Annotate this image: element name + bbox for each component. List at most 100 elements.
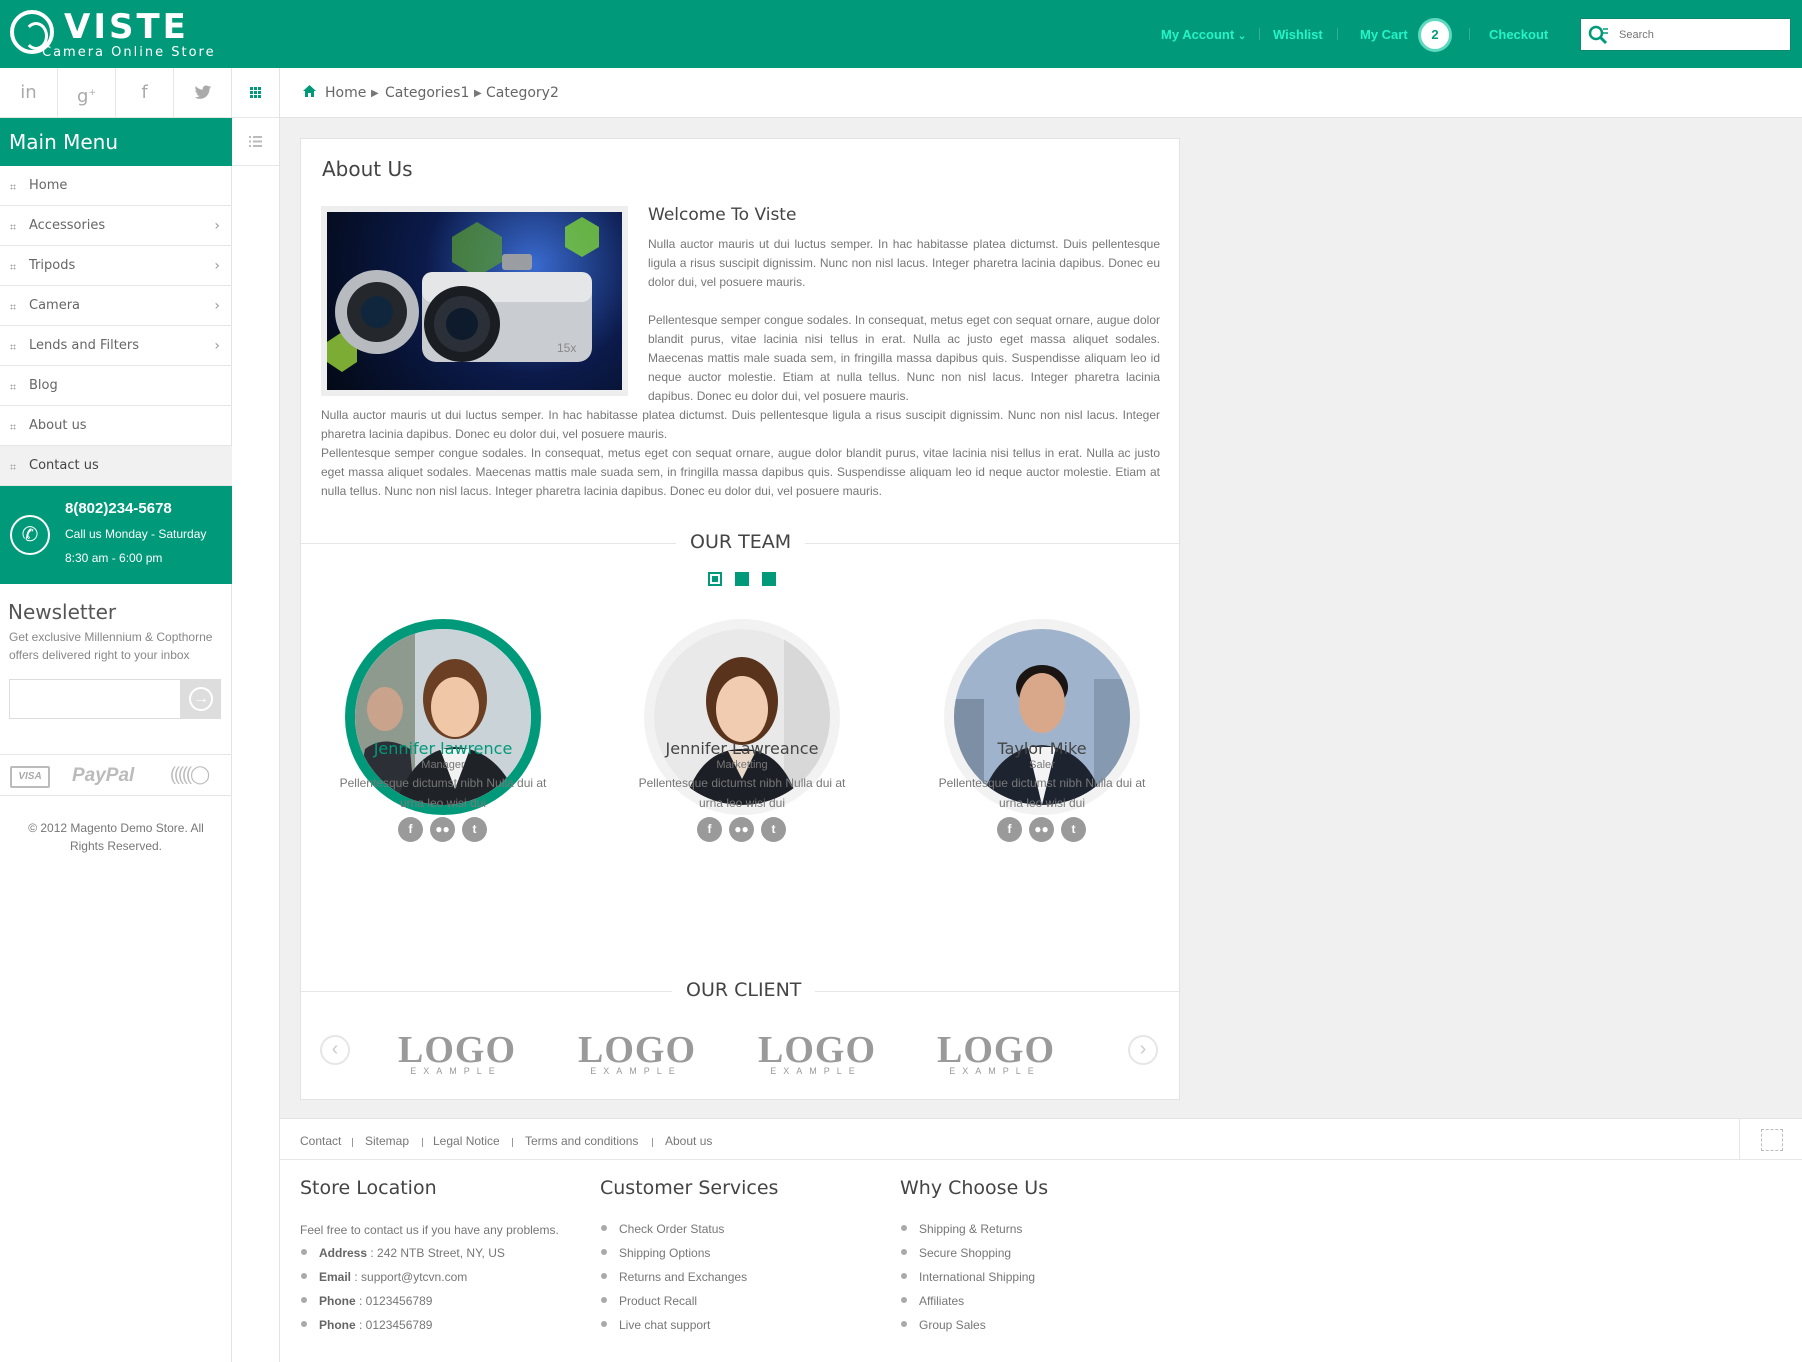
contactless-icon: (((((◯ <box>170 764 210 784</box>
facebook-icon[interactable]: f <box>116 68 174 118</box>
menu-item-contact[interactable]: Contact us <box>0 446 232 486</box>
store-email[interactable]: Email : support@ytcvn.com <box>319 1270 467 1284</box>
bullet-icon <box>601 1321 607 1327</box>
menu-item-blog[interactable]: Blog <box>0 366 232 406</box>
call-phone-number[interactable]: 8(802)234-5678 <box>65 500 172 517</box>
footer-link-divider <box>352 1138 353 1147</box>
menu-item-camera[interactable]: Camera › <box>0 286 232 326</box>
why-link[interactable]: Affiliates <box>919 1294 964 1308</box>
list-view-button[interactable] <box>232 118 279 166</box>
twitter-icon[interactable]: t <box>462 817 487 842</box>
footer-link-sitemap[interactable]: Sitemap <box>365 1134 409 1148</box>
flickr-icon[interactable]: ●● <box>1029 817 1054 842</box>
menu-item-about[interactable]: About us <box>0 406 232 446</box>
service-link[interactable]: Live chat support <box>619 1318 710 1332</box>
client-next-button[interactable]: › <box>1128 1035 1158 1065</box>
client-logo-text: LOGO <box>758 1029 877 1071</box>
client-logo[interactable]: LOGO EXAMPLE <box>398 1029 517 1076</box>
member-name[interactable]: Jennifer lawrence <box>313 739 573 758</box>
client-logo[interactable]: LOGO EXAMPLE <box>758 1029 877 1076</box>
newsletter-text: Get exclusive Millennium & Copthorne off… <box>9 630 213 662</box>
footer-link-terms[interactable]: Terms and conditions <box>525 1134 638 1148</box>
newsletter-submit-button[interactable]: → <box>181 679 221 719</box>
why-link[interactable]: International Shipping <box>919 1270 1035 1284</box>
member-name[interactable]: Taylor Mike <box>912 739 1172 758</box>
my-account-link[interactable]: My Account ⌄ <box>1161 27 1246 42</box>
menu-item-label: Lends and Filters <box>29 338 139 353</box>
store-address: Address : 242 NTB Street, NY, US <box>319 1246 505 1260</box>
menu-item-label: Accessories <box>29 218 106 233</box>
why-link[interactable]: Group Sales <box>919 1318 986 1332</box>
team-slide-dot-3[interactable] <box>762 572 776 586</box>
menu-item-tripods[interactable]: Tripods › <box>0 246 232 286</box>
facebook-icon[interactable]: f <box>398 817 423 842</box>
bullet-icon <box>301 1321 307 1327</box>
client-logo-text: LOGO <box>398 1029 517 1071</box>
wishlist-link[interactable]: Wishlist <box>1273 27 1323 42</box>
phone-icon: ✆ <box>10 515 50 555</box>
newsletter-email-input[interactable] <box>9 679 181 719</box>
menu-item-label: About us <box>29 418 87 433</box>
footer-link-divider <box>652 1138 653 1147</box>
logo-text[interactable]: VISTE <box>64 10 189 44</box>
search-icon[interactable] <box>1587 24 1609 46</box>
member-name[interactable]: Jennifer Lawreance <box>612 739 872 758</box>
facebook-icon[interactable]: f <box>997 817 1022 842</box>
twitter-icon[interactable] <box>174 68 232 118</box>
site-header: VISTE Camera Online Store My Account ⌄ W… <box>0 0 1802 68</box>
grip-icon <box>10 384 16 390</box>
service-link[interactable]: Returns and Exchanges <box>619 1270 747 1284</box>
flickr-icon[interactable]: ●● <box>729 817 754 842</box>
my-cart-link[interactable]: My Cart <box>1360 27 1408 42</box>
breadcrumb-category2: Category2 <box>486 85 559 101</box>
menu-item-label: Blog <box>29 378 58 393</box>
cart-count-badge[interactable]: 2 <box>1418 18 1452 52</box>
why-link[interactable]: Shipping & Returns <box>919 1222 1022 1236</box>
about-paragraph-3: Nulla auctor mauris ut dui luctus semper… <box>321 408 1160 441</box>
grid-view-button[interactable] <box>232 68 279 118</box>
checkout-link[interactable]: Checkout <box>1489 27 1548 42</box>
bullet-icon <box>301 1297 307 1303</box>
service-link[interactable]: Shipping Options <box>619 1246 710 1260</box>
about-paragraph-1: Nulla auctor mauris ut dui luctus semper… <box>648 237 1160 289</box>
team-slide-dot-1[interactable] <box>708 572 722 586</box>
footer-link-legal[interactable]: Legal Notice <box>433 1134 500 1148</box>
bullet-icon <box>901 1273 907 1279</box>
google-plus-icon[interactable]: g+ <box>58 68 116 118</box>
footer-toggle[interactable] <box>1739 1119 1802 1160</box>
home-icon[interactable] <box>302 84 317 98</box>
social-links: in g+ f <box>0 68 232 118</box>
breadcrumb: Home ▶ Categories1 ▶ Category2 <box>280 68 1802 118</box>
client-logo-subtext: EXAMPLE <box>410 1066 502 1076</box>
about-card: About Us 15x Welcome To Viste Nulla auct… <box>300 138 1180 1100</box>
menu-item-home[interactable]: Home <box>0 166 232 206</box>
twitter-icon[interactable]: t <box>1061 817 1086 842</box>
menu-item-lends-filters[interactable]: Lends and Filters › <box>0 326 232 366</box>
flickr-icon[interactable]: ●● <box>430 817 455 842</box>
why-link[interactable]: Secure Shopping <box>919 1246 1011 1260</box>
welcome-title: Welcome To Viste <box>648 205 797 225</box>
linkedin-icon[interactable]: in <box>0 68 58 118</box>
client-logo[interactable]: LOGO EXAMPLE <box>578 1031 695 1076</box>
search-input[interactable] <box>1619 26 1779 44</box>
about-paragraph-4: Pellentesque semper congue sodales. In c… <box>321 446 1160 498</box>
service-link[interactable]: Check Order Status <box>619 1222 724 1236</box>
facebook-icon[interactable]: f <box>697 817 722 842</box>
menu-item-accessories[interactable]: Accessories › <box>0 206 232 246</box>
menu-item-label: Home <box>29 178 68 193</box>
footer-link-contact[interactable]: Contact <box>300 1134 341 1148</box>
caret-right-icon: ▶ <box>371 88 379 99</box>
bullet-icon <box>901 1225 907 1231</box>
client-logo[interactable]: LOGO EXAMPLE <box>937 1031 1054 1076</box>
twitter-icon[interactable]: t <box>761 817 786 842</box>
breadcrumb-categories1[interactable]: Categories1 <box>385 85 469 101</box>
breadcrumb-home[interactable]: Home <box>325 85 366 101</box>
svg-text:15x: 15x <box>557 341 576 355</box>
nav-divider <box>1259 28 1260 40</box>
team-slide-dot-2[interactable] <box>735 572 749 586</box>
client-prev-button[interactable]: ‹ <box>320 1035 350 1065</box>
footer-link-divider <box>512 1138 513 1147</box>
footer-link-about[interactable]: About us <box>665 1134 712 1148</box>
service-link[interactable]: Product Recall <box>619 1294 697 1308</box>
member-description: Pellentesque dictumst nibh Nulla dui at … <box>938 776 1146 810</box>
